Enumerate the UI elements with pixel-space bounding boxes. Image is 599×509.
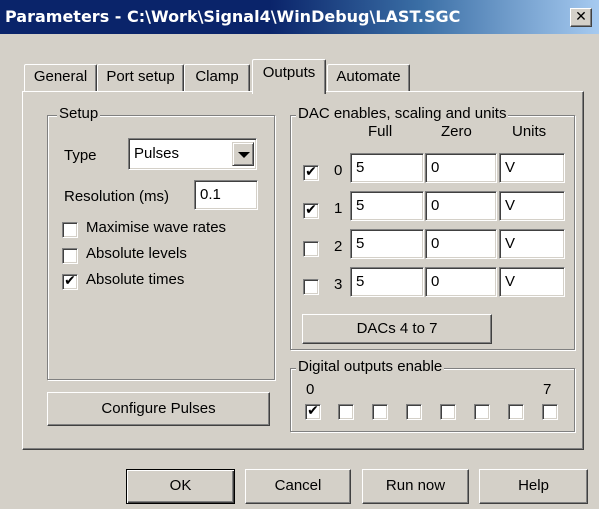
resolution-label: Resolution (ms) (64, 188, 170, 205)
tab-outputs[interactable]: Outputs (252, 59, 326, 94)
dac-1-index: 1 (334, 200, 343, 217)
tab-clamp[interactable]: Clamp (184, 64, 250, 92)
chevron-down-icon (238, 152, 250, 158)
digital-first-bit-label: 0 (306, 381, 315, 398)
absolute-times-label: Absolute times (86, 271, 185, 288)
run-now-button[interactable]: Run now (362, 469, 469, 504)
digital-bit-6-checkbox[interactable] (508, 404, 524, 420)
digital-bit-7-checkbox[interactable] (542, 404, 558, 420)
dac-1-full-input[interactable]: 5 (350, 191, 424, 221)
dac-0-full-value: 5 (356, 159, 365, 176)
tab-label: General (33, 68, 88, 85)
cancel-button[interactable]: Cancel (245, 469, 351, 504)
tab-label: Automate (336, 68, 401, 85)
digital-last-bit-label: 7 (543, 381, 552, 398)
dac-1-zero-value: 0 (431, 197, 440, 214)
dac-0-units-value: V (505, 159, 516, 176)
resolution-input[interactable]: 0.1 (194, 180, 258, 210)
maximise-wave-rates-checkbox[interactable] (62, 222, 78, 238)
cancel-label: Cancel (274, 477, 322, 494)
checkmark-icon: ✔ (305, 164, 317, 180)
dac-1-units-input[interactable]: V (499, 191, 565, 221)
absolute-times-checkbox[interactable]: ✔ (62, 274, 78, 290)
help-label: Help (518, 477, 549, 494)
dac-2-enable-checkbox[interactable] (303, 241, 319, 257)
dac-2-full-value: 5 (356, 235, 365, 252)
dac-2-zero-value: 0 (431, 235, 440, 252)
digital-bit-3-checkbox[interactable] (406, 404, 422, 420)
configure-pulses-button[interactable]: Configure Pulses (47, 392, 270, 426)
window-title: Parameters - C:\Work\Signal4\WinDebug\LA… (5, 7, 461, 26)
checkmark-icon: ✔ (307, 403, 319, 419)
dac-1-full-value: 5 (356, 197, 365, 214)
dac-3-units-value: V (505, 273, 516, 290)
dac-2-units-input[interactable]: V (499, 229, 565, 259)
resolution-value: 0.1 (200, 186, 221, 203)
checkmark-icon: ✔ (305, 202, 317, 218)
dac-3-units-input[interactable]: V (499, 267, 565, 297)
digital-bit-4-checkbox[interactable] (440, 404, 456, 420)
dac-0-zero-value: 0 (431, 159, 440, 176)
close-icon: ✕ (575, 9, 587, 25)
dac-3-zero-input[interactable]: 0 (425, 267, 497, 297)
dac-3-full-input[interactable]: 5 (350, 267, 424, 297)
type-label: Type (64, 147, 97, 164)
dac-0-units-input[interactable]: V (499, 153, 565, 183)
dac-3-enable-checkbox[interactable] (303, 279, 319, 295)
setup-legend: Setup (57, 105, 101, 122)
checkmark-icon: ✔ (64, 273, 76, 289)
tab-label: Port setup (106, 68, 175, 85)
type-value: Pulses (134, 145, 180, 162)
ok-label: OK (169, 477, 192, 494)
configure-pulses-label: Configure Pulses (101, 400, 216, 417)
digital-outputs-legend: Digital outputs enable (296, 358, 445, 375)
dac-0-enable-checkbox[interactable]: ✔ (303, 165, 319, 181)
digital-bit-2-checkbox[interactable] (372, 404, 388, 420)
run-now-label: Run now (385, 477, 446, 494)
dacs-4-to-7-label: DACs 4 to 7 (356, 320, 438, 337)
dac-0-full-input[interactable]: 5 (350, 153, 424, 183)
tab-automate[interactable]: Automate (327, 64, 410, 92)
col-full-header: Full (368, 123, 393, 140)
absolute-levels-label: Absolute levels (86, 245, 187, 262)
dac-2-zero-input[interactable]: 0 (425, 229, 497, 259)
dac-2-index: 2 (334, 238, 343, 255)
absolute-levels-checkbox[interactable] (62, 248, 78, 264)
digital-bit-1-checkbox[interactable] (338, 404, 354, 420)
dac-3-full-value: 5 (356, 273, 365, 290)
col-units-header: Units (512, 123, 547, 140)
dac-1-enable-checkbox[interactable]: ✔ (303, 203, 319, 219)
dac-2-full-input[interactable]: 5 (350, 229, 424, 259)
tab-label: Outputs (262, 64, 316, 81)
tab-port-setup[interactable]: Port setup (97, 64, 184, 92)
dac-2-units-value: V (505, 235, 516, 252)
dac-1-units-value: V (505, 197, 516, 214)
digital-bit-0-checkbox[interactable]: ✔ (305, 404, 321, 420)
dac-3-zero-value: 0 (431, 273, 440, 290)
col-zero-header: Zero (441, 123, 472, 140)
tab-label: Clamp (195, 68, 239, 85)
dacs-4-to-7-button[interactable]: DACs 4 to 7 (302, 314, 492, 344)
digital-outputs-group (290, 368, 575, 432)
dac-legend: DAC enables, scaling and units (296, 105, 509, 122)
ok-button[interactable]: OK (126, 469, 235, 504)
tab-general[interactable]: General (24, 64, 97, 92)
maximise-wave-rates-label: Maximise wave rates (86, 219, 227, 236)
dac-0-index: 0 (334, 162, 343, 179)
digital-bit-5-checkbox[interactable] (474, 404, 490, 420)
dac-1-zero-input[interactable]: 0 (425, 191, 497, 221)
type-dropdown-button[interactable] (232, 142, 254, 166)
close-button[interactable]: ✕ (570, 8, 592, 27)
dac-3-index: 3 (334, 276, 343, 293)
dac-0-zero-input[interactable]: 0 (425, 153, 497, 183)
help-button[interactable]: Help (479, 469, 588, 504)
